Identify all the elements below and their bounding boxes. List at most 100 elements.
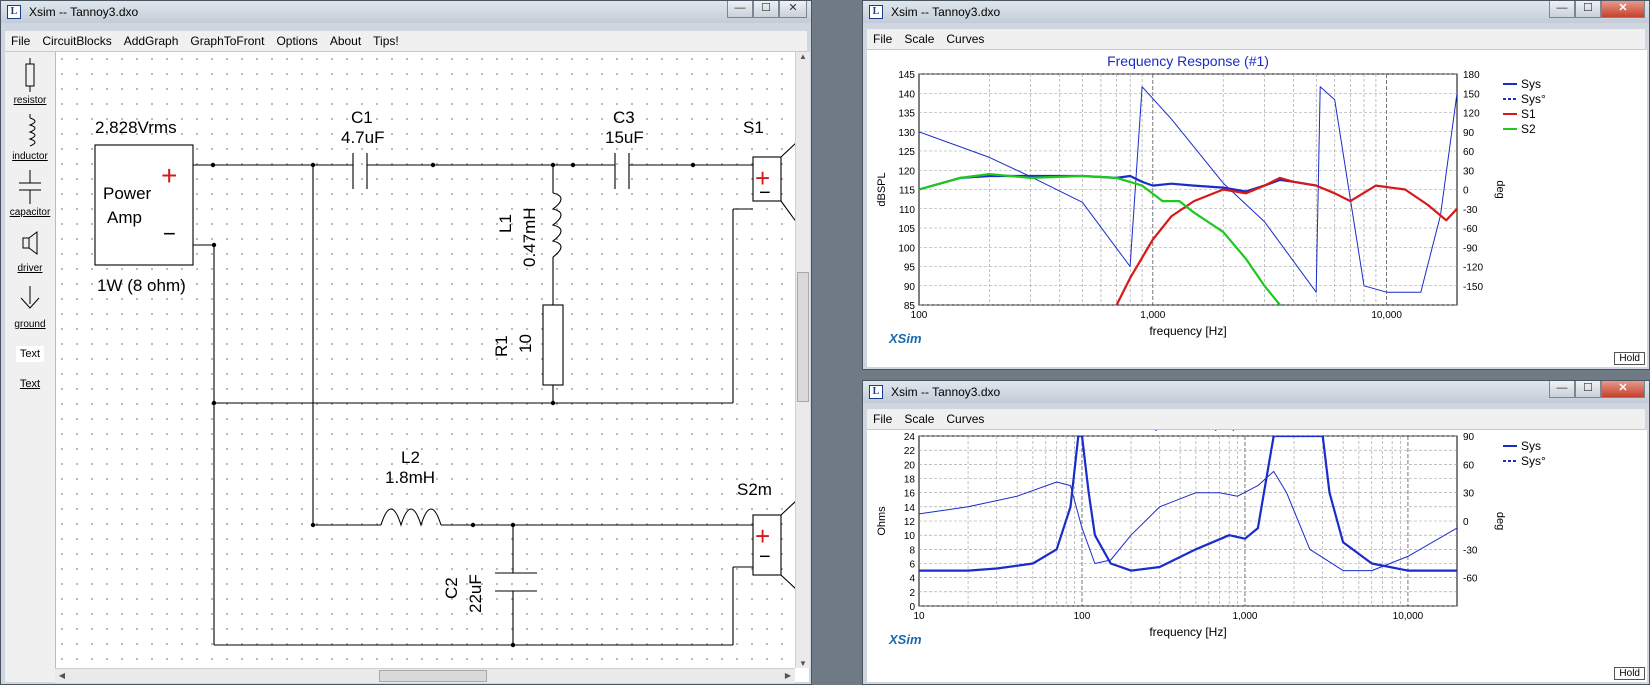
l2-name: L2	[401, 448, 420, 467]
x-tick-label: 10,000	[1393, 611, 1424, 622]
titlebar[interactable]: L Xsim -- Tannoy3.dxo — ☐ ✕	[1, 1, 811, 23]
frequency-response-chart[interactable]: 1451401351301251201151101051009590851801…	[867, 50, 1647, 367]
palette-driver[interactable]: driver	[5, 228, 55, 274]
palette-resistor[interactable]: resistor	[5, 58, 55, 106]
y-tick-label: 2	[909, 588, 915, 599]
y-tick-label: 120	[898, 166, 915, 177]
y2-tick-label: 0	[1463, 517, 1469, 528]
y2-tick-label: -60	[1463, 574, 1478, 585]
x-tick-label: 10,000	[1371, 310, 1402, 321]
resistor-icon	[25, 58, 35, 92]
palette-label: resistor	[13, 95, 47, 106]
maximize-button[interactable]: ☐	[1575, 1, 1601, 18]
ground-icon	[20, 286, 40, 309]
amp-plus-terminal: +	[161, 160, 177, 191]
menu-circuitblocks[interactable]: CircuitBlocks	[36, 34, 117, 48]
palette-ground[interactable]: ground	[5, 284, 55, 330]
y-tick-label: 140	[898, 89, 915, 100]
l1-name: L1	[496, 214, 515, 233]
menu-file[interactable]: File	[5, 34, 36, 48]
legend-entry: Sys°	[1521, 92, 1546, 106]
app-icon: L	[869, 5, 883, 19]
minimize-button[interactable]: —	[1549, 381, 1575, 398]
menu-curves[interactable]: Curves	[940, 412, 990, 426]
y2-axis-label: deg	[1494, 512, 1506, 530]
horizontal-scrollbar[interactable]: ◀ ▶	[55, 668, 795, 683]
minimize-button[interactable]: —	[727, 1, 753, 18]
y2-tick-label: 180	[1463, 70, 1480, 81]
l2-value: 1.8mH	[385, 468, 435, 487]
text-label-icon: Text	[19, 378, 41, 390]
maximize-button[interactable]: ☐	[753, 1, 779, 18]
palette-label: inductor	[12, 151, 48, 162]
menu-scale[interactable]: Scale	[898, 412, 940, 426]
menu-graphtofront[interactable]: GraphToFront	[184, 34, 270, 48]
titlebar[interactable]: L Xsim -- Tannoy3.dxo — ☐ ✕	[863, 1, 1649, 23]
impedance-plot-area: 24 22 20 18 16 14 12 10 8 6 4 2 0 90 60 30 0 -30 -60 10 100 1…	[867, 415, 1647, 682]
vertical-scroll-thumb[interactable]	[797, 272, 809, 402]
frequency-plot-area: 145 140 135 130 125 120 115 110 105 100 95 90 85 180 1…	[867, 50, 1647, 367]
minimize-button[interactable]: —	[1549, 1, 1575, 18]
y2-tick-label: -30	[1463, 545, 1478, 556]
schematic-canvas[interactable]: 2.828Vrms Power Amp + − 1W (8 ohm) C1 4.…	[55, 52, 795, 668]
menu-about[interactable]: About	[324, 34, 367, 48]
app-icon: L	[7, 5, 21, 19]
y-tick-label: 115	[899, 186, 915, 197]
power-amp-box[interactable]	[94, 144, 194, 266]
r1-name: R1	[492, 335, 511, 357]
schematic-client: resistor inductor capacitor driver groun…	[5, 52, 810, 683]
x-tick-label: 10	[913, 611, 925, 622]
hold-button[interactable]: Hold	[1614, 352, 1645, 365]
horizontal-scroll-thumb[interactable]	[379, 670, 487, 682]
x-axis-label: frequency [Hz]	[1149, 625, 1226, 639]
titlebar[interactable]: L Xsim -- Tannoy3.dxo — ☐ ✕	[863, 381, 1649, 403]
y-axis-label: dBSPL	[876, 172, 888, 206]
y-tick-label: 6	[909, 560, 915, 571]
y2-tick-label: 90	[1463, 128, 1475, 139]
app-icon: L	[869, 385, 883, 399]
palette-inductor[interactable]: inductor	[5, 114, 55, 162]
palette-capacitor[interactable]: capacitor	[5, 170, 55, 218]
menu-file[interactable]: File	[867, 412, 898, 426]
menu-addgraph[interactable]: AddGraph	[118, 34, 185, 48]
impedance-chart[interactable]: 2422201816141210864209060300-30-6010 100 1…	[867, 415, 1647, 682]
chart-title: Frequency Response (#1)	[1107, 53, 1269, 69]
amp-minus-terminal: −	[163, 221, 176, 246]
y-tick-label: 145	[898, 70, 915, 81]
menu-scale[interactable]: Scale	[898, 32, 940, 46]
c2-value: 22uF	[466, 574, 485, 613]
inductor-icon	[28, 114, 36, 147]
menu-curves[interactable]: Curves	[940, 32, 990, 46]
y-tick-label: 14	[904, 503, 916, 514]
x-tick-label: 1,000	[1140, 310, 1165, 321]
close-button[interactable]: ✕	[1601, 381, 1645, 398]
impedance-window: L Xsim -- Tannoy3.dxo — ☐ ✕ File Scale C…	[862, 380, 1650, 685]
y2-tick-label: -90	[1463, 243, 1478, 254]
y-tick-label: 12	[904, 517, 916, 528]
legend-entry: Sys	[1521, 439, 1541, 453]
close-button[interactable]: ✕	[1601, 1, 1645, 18]
xsim-brand: XSim	[888, 331, 922, 346]
y2-tick-label: 30	[1463, 489, 1475, 500]
y-tick-label: 22	[904, 446, 916, 457]
y-tick-label: 8	[909, 545, 915, 556]
menu-file[interactable]: File	[867, 32, 898, 46]
xsim-brand: XSim	[888, 632, 922, 647]
c3-value: 15uF	[605, 128, 644, 147]
r1-value: 10	[516, 334, 535, 353]
palette-label: driver	[17, 263, 43, 274]
y-tick-label: 90	[904, 282, 916, 293]
x-tick-label: 100	[911, 310, 928, 321]
maximize-button[interactable]: ☐	[1575, 381, 1601, 398]
menu-tips[interactable]: Tips!	[367, 34, 405, 48]
vertical-scrollbar[interactable]: ▲ ▼	[795, 52, 810, 668]
hold-button[interactable]: Hold	[1614, 667, 1645, 680]
close-button[interactable]: ✕	[779, 1, 807, 18]
y-tick-label: 24	[904, 432, 916, 443]
menu-options[interactable]: Options	[270, 34, 323, 48]
y2-tick-label: -30	[1463, 205, 1478, 216]
l1-value: 0.47mH	[520, 207, 539, 267]
palette-text-label[interactable]: Text	[5, 378, 55, 390]
y2-tick-label: 120	[1463, 109, 1480, 120]
palette-text-box[interactable]: Text	[5, 346, 55, 362]
